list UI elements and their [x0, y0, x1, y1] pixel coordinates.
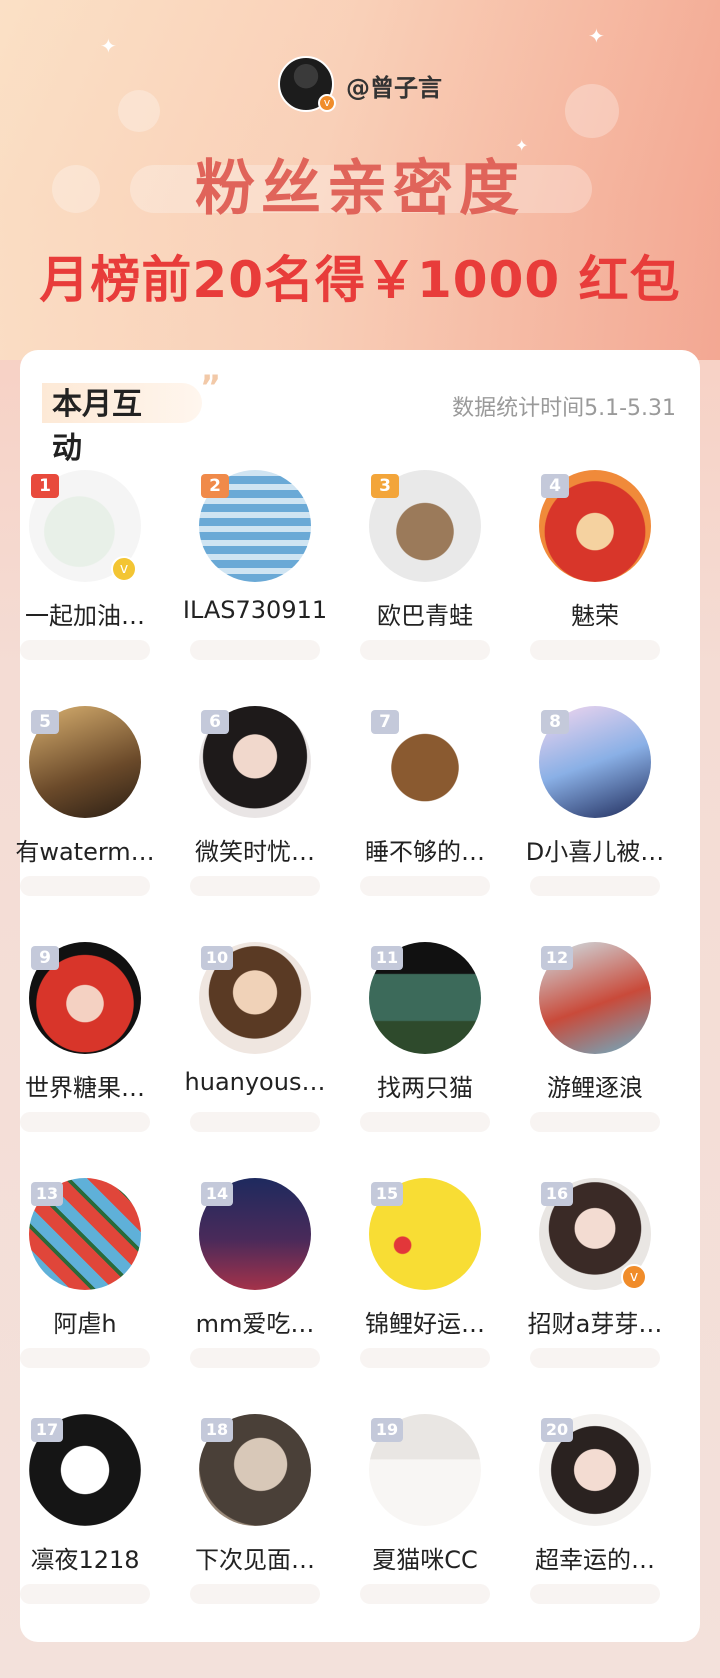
blurred-detail — [20, 1348, 150, 1368]
fan-name[interactable]: 锦鲤好运… — [340, 1304, 510, 1339]
rank-badge: 12 — [541, 946, 573, 970]
fan-item[interactable]: 1 v 一起加油… — [0, 470, 170, 706]
rank-badge: 17 — [31, 1418, 63, 1442]
fan-name[interactable]: 世界糖果… — [0, 1068, 170, 1103]
fan-name[interactable]: 微笑时忧… — [170, 832, 340, 867]
rank-badge: 13 — [31, 1182, 63, 1206]
blurred-detail — [190, 640, 320, 660]
fan-name[interactable]: 凛夜1218 — [0, 1540, 170, 1575]
rank-badge: 4 — [541, 474, 569, 498]
fan-item[interactable]: 3 欧巴青蛙 — [340, 470, 510, 706]
fan-name[interactable]: 下次见面… — [170, 1540, 340, 1575]
fan-item[interactable]: 11 找两只猫 — [340, 942, 510, 1178]
fan-name[interactable]: 有waterm… — [0, 832, 170, 867]
rank-badge: 1 — [31, 474, 59, 498]
blurred-detail — [530, 640, 660, 660]
blurred-detail — [20, 1112, 150, 1132]
rank-badge: 6 — [201, 710, 229, 734]
blurred-detail — [20, 876, 150, 896]
fan-name[interactable]: D小喜儿被… — [510, 832, 680, 867]
fan-item[interactable]: 7 睡不够的… — [340, 706, 510, 942]
rank-badge: 20 — [541, 1418, 573, 1442]
fan-name[interactable]: ILAS730911 — [170, 596, 340, 624]
fan-item[interactable]: 15 锦鲤好运… — [340, 1178, 510, 1414]
fan-name[interactable]: 阿虐h — [0, 1304, 170, 1339]
fan-item[interactable]: 14 mm爱吃… — [170, 1178, 340, 1414]
fan-item[interactable]: 20 超幸运的… — [510, 1414, 680, 1650]
blurred-detail — [360, 1584, 490, 1604]
fan-item[interactable]: 12 游鲤逐浪 — [510, 942, 680, 1178]
fan-name[interactable]: mm爱吃… — [170, 1304, 340, 1339]
fan-item[interactable]: 8 D小喜儿被… — [510, 706, 680, 942]
fan-name[interactable]: 招财a芽芽… — [510, 1304, 680, 1339]
fan-item[interactable]: 13 阿虐h — [0, 1178, 170, 1414]
fan-item[interactable]: 6 微笑时忧… — [170, 706, 340, 942]
rank-badge: 3 — [371, 474, 399, 498]
fan-name[interactable]: 欧巴青蛙 — [340, 596, 510, 631]
fan-item[interactable]: 9 世界糖果… — [0, 942, 170, 1178]
blurred-detail — [20, 1584, 150, 1604]
blurred-detail — [530, 1348, 660, 1368]
rank-badge: 2 — [201, 474, 229, 498]
fan-name[interactable]: 超幸运的… — [510, 1540, 680, 1575]
tab-monthly-interaction[interactable]: 本月互动 — [52, 383, 162, 471]
blurred-detail — [190, 876, 320, 896]
fan-name[interactable]: huanyous… — [170, 1068, 340, 1096]
page-title: 粉丝亲密度 — [195, 154, 525, 224]
fan-name[interactable]: 游鲤逐浪 — [510, 1068, 680, 1103]
fan-item[interactable]: 17 凛夜1218 — [0, 1414, 170, 1650]
verified-badge-icon: v — [318, 94, 336, 112]
fan-name[interactable]: 一起加油… — [0, 596, 170, 631]
fan-name[interactable]: 夏猫咪CC — [340, 1540, 510, 1575]
stat-time-range: 数据统计时间5.1-5.31 — [452, 396, 676, 421]
blurred-detail — [530, 1112, 660, 1132]
fan-item[interactable]: 19 夏猫咪CC — [340, 1414, 510, 1650]
blurred-detail — [20, 640, 150, 660]
reward-subtitle: 月榜前20名得￥1000 红包 — [39, 251, 681, 309]
fan-item[interactable]: 10 huanyous… — [170, 942, 340, 1178]
quote-mark-icon: ” — [200, 368, 222, 406]
blurred-detail — [360, 640, 490, 660]
fan-item[interactable]: 5 有waterm… — [0, 706, 170, 942]
host-header: v @曾子言 — [0, 56, 720, 116]
fan-name[interactable]: 睡不够的… — [340, 832, 510, 867]
rank-badge: 19 — [371, 1418, 403, 1442]
fan-item[interactable]: 18 下次见面… — [170, 1414, 340, 1650]
rank-badge: 18 — [201, 1418, 233, 1442]
blurred-detail — [360, 1348, 490, 1368]
verified-badge-icon: v — [621, 1264, 647, 1290]
fan-item[interactable]: 16 v 招财a芽芽… — [510, 1178, 680, 1414]
rank-badge: 5 — [31, 710, 59, 734]
rank-badge: 14 — [201, 1182, 233, 1206]
fan-name[interactable]: 找两只猫 — [340, 1068, 510, 1103]
rank-badge: 9 — [31, 946, 59, 970]
rank-badge: 10 — [201, 946, 233, 970]
rank-badge: 7 — [371, 710, 399, 734]
blurred-detail — [530, 1584, 660, 1604]
rank-badge: 11 — [371, 946, 403, 970]
blurred-detail — [190, 1584, 320, 1604]
verified-badge-icon: v — [111, 556, 137, 582]
rank-badge: 15 — [371, 1182, 403, 1206]
rank-badge: 8 — [541, 710, 569, 734]
blurred-detail — [360, 876, 490, 896]
sparkle-icon: ✦ — [588, 24, 605, 48]
blurred-detail — [360, 1112, 490, 1132]
fan-item[interactable]: 4 魅荣 — [510, 470, 680, 706]
host-name[interactable]: @曾子言 — [346, 68, 442, 103]
blurred-detail — [190, 1112, 320, 1132]
rank-badge: 16 — [541, 1182, 573, 1206]
fan-name[interactable]: 魅荣 — [510, 596, 680, 631]
sparkle-icon: ✦ — [100, 34, 117, 58]
blurred-detail — [530, 876, 660, 896]
blurred-detail — [190, 1348, 320, 1368]
fan-item[interactable]: 2 ILAS730911 — [170, 470, 340, 706]
